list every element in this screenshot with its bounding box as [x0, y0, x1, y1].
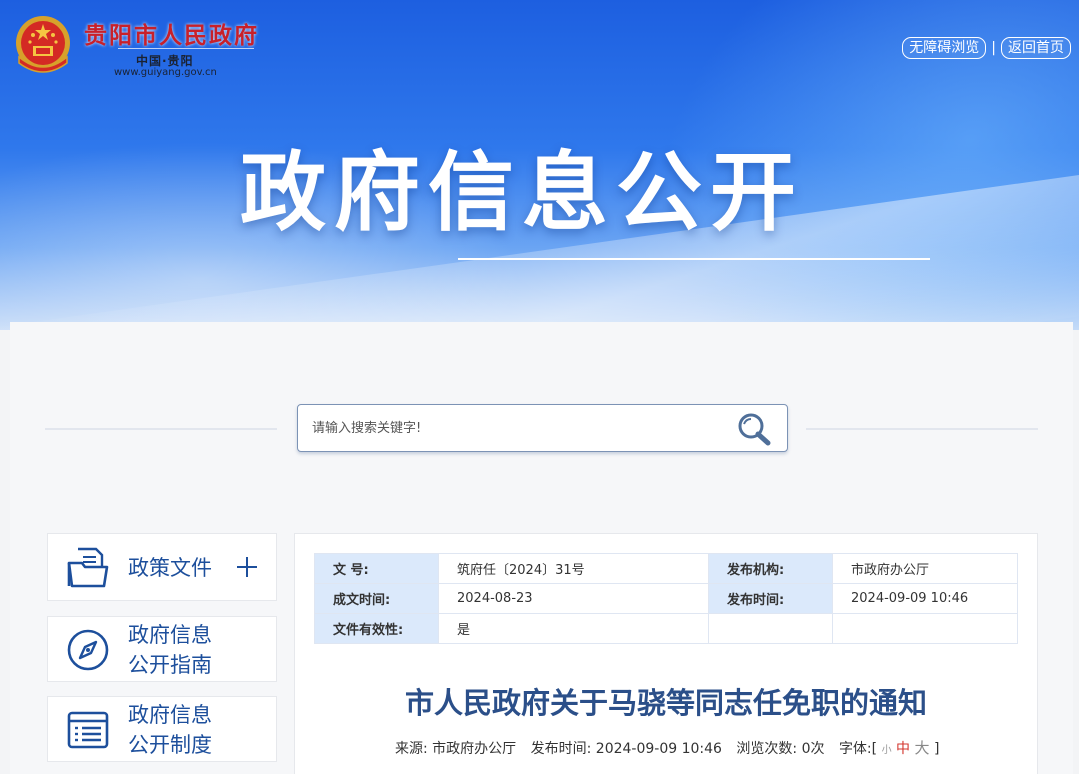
top-links: 无障碍浏览 | 返回首页 — [902, 37, 1071, 59]
search-box — [297, 404, 788, 452]
accessibility-button[interactable]: 无障碍浏览 — [902, 37, 987, 59]
search-divider-left — [45, 428, 277, 430]
meta-key: 成文时间: — [314, 583, 439, 614]
sidebar-item-label: 政府信息 公开指南 — [128, 621, 212, 681]
document-source: 来源: 市政府办公厅 — [395, 741, 517, 757]
font-small-button[interactable]: 小 — [882, 745, 892, 756]
sidebar-item-disclosure-rules[interactable]: 政府信息 公开制度 — [47, 696, 277, 762]
document-publish-time: 发布时间: 2024-09-09 10:46 — [530, 741, 722, 757]
font-large-button[interactable]: 大 — [914, 739, 929, 757]
meta-value-issuer: 市政府办公厅 — [832, 553, 1018, 584]
search-input[interactable] — [312, 415, 712, 441]
document-meta-table: 文 号: 筑府任〔2024〕31号 发布机构: 市政府办公厅 成文时间: 202… — [314, 553, 1018, 644]
meta-empty — [832, 613, 1018, 644]
meta-key: 文 号: — [314, 553, 439, 584]
font-size-control: 字体:[ 小 中 大 ] — [838, 739, 940, 757]
meta-value-validity: 是 — [438, 613, 709, 644]
table-row: 文 号: 筑府任〔2024〕31号 发布机构: 市政府办公厅 — [314, 553, 1018, 584]
sidebar-item-label-line1: 政府信息 — [128, 704, 212, 727]
font-medium-button[interactable]: 中 — [896, 741, 910, 757]
meta-key: 发布机构: — [708, 553, 833, 584]
link-separator: | — [991, 40, 996, 56]
home-button[interactable]: 返回首页 — [1001, 37, 1071, 59]
list-document-icon — [67, 711, 109, 749]
sidebar-item-disclosure-guide[interactable]: 政府信息 公开指南 — [47, 616, 277, 682]
site-url: www.guiyang.gov.cn — [114, 67, 217, 78]
site-name[interactable]: 贵阳市人民政府 — [84, 16, 259, 50]
search-icon[interactable] — [734, 411, 774, 447]
sidebar-item-label: 政策文件 — [128, 557, 212, 580]
plus-icon[interactable] — [236, 556, 258, 578]
site-name-divider — [118, 48, 254, 49]
hero-underline — [458, 258, 930, 260]
font-size-label: 字体:[ — [838, 741, 878, 757]
sidebar-item-label: 政府信息 公开制度 — [128, 701, 212, 761]
meta-value-doc-no: 筑府任〔2024〕31号 — [438, 553, 709, 584]
sidebar-item-policy-files[interactable]: 政策文件 — [47, 533, 277, 601]
table-row: 成文时间: 2024-08-23 发布时间: 2024-09-09 10:46 — [314, 583, 1018, 614]
document-info: 来源: 市政府办公厅 发布时间: 2024-09-09 10:46 浏览次数: … — [395, 737, 939, 758]
search-divider-right — [806, 428, 1038, 430]
sidebar-item-label-line2: 公开制度 — [128, 734, 212, 757]
national-emblem-icon[interactable] — [13, 13, 73, 79]
sidebar-item-label-line2: 公开指南 — [128, 654, 212, 677]
meta-empty — [708, 613, 833, 644]
table-row: 文件有效性: 是 — [314, 613, 1018, 644]
hero-title: 政府信息公开 — [240, 143, 804, 243]
meta-value-published: 2024-09-09 10:46 — [832, 583, 1018, 614]
font-size-close: ] — [933, 741, 940, 757]
document-views: 浏览次数: 0次 — [736, 741, 825, 757]
meta-key: 文件有效性: — [314, 613, 439, 644]
folder-document-icon — [67, 547, 109, 588]
meta-key: 发布时间: — [708, 583, 833, 614]
document-title: 市人民政府关于马骁等同志任免职的通知 — [404, 686, 927, 720]
meta-value-created: 2024-08-23 — [438, 583, 709, 614]
compass-icon — [67, 629, 109, 671]
sidebar-item-label-line1: 政府信息 — [128, 624, 212, 647]
